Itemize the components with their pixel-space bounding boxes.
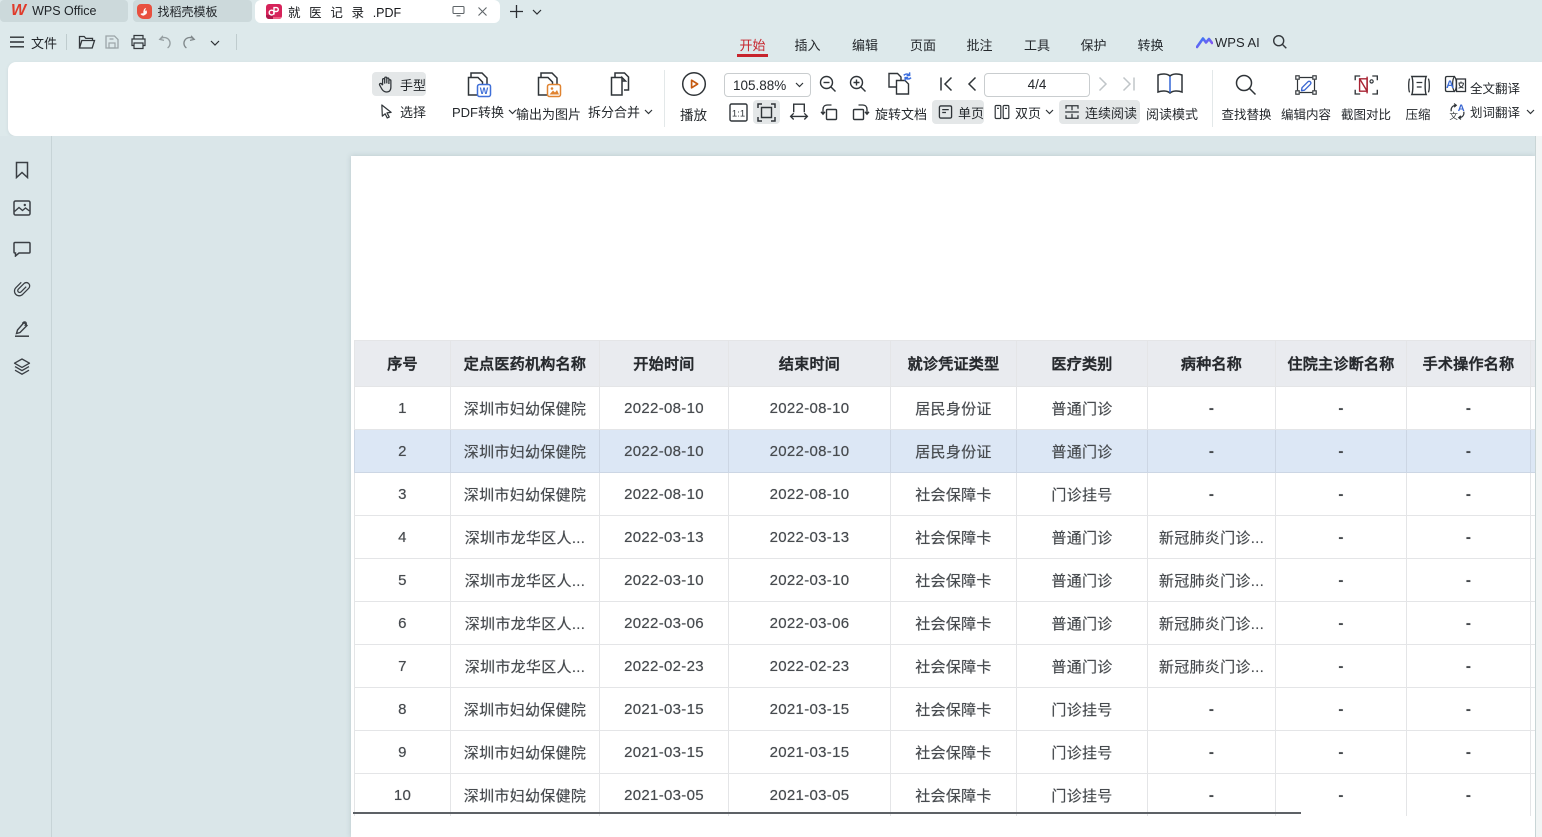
svg-text:A: A [1458,103,1465,114]
svg-text:1:1: 1:1 [732,109,745,120]
svg-text:W: W [480,86,489,96]
svg-text:A: A [1446,79,1454,91]
svg-text:文: 文 [1449,111,1458,120]
